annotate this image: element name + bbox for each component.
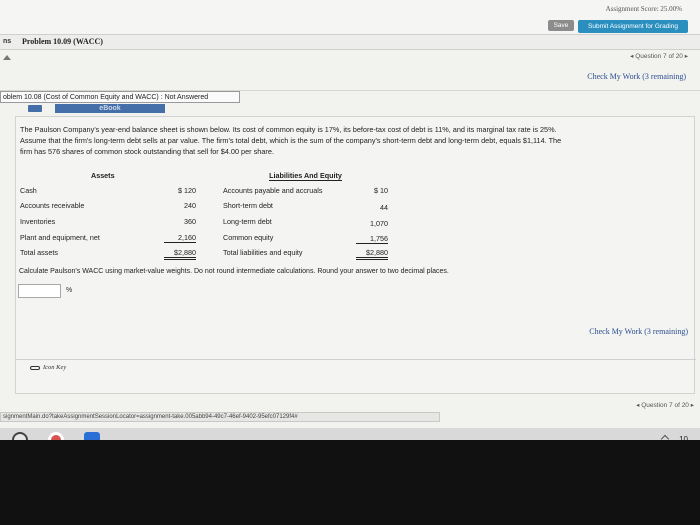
question-navigator-top[interactable]: ◂ Question 7 of 20 ▸ — [630, 52, 688, 60]
icon-key-divider — [16, 359, 696, 360]
submit-assignment-button[interactable]: Submit Assignment for Grading — [578, 20, 688, 33]
save-button[interactable]: Save — [548, 20, 574, 31]
key-icon — [30, 365, 40, 370]
asset-label-inventories: Inventories — [20, 217, 56, 226]
asset-value-plant: 2,160 — [164, 233, 196, 243]
liab-value-total: $2,880 — [356, 248, 388, 260]
problem-prefix: ns — [3, 38, 12, 45]
liab-value-common-equity: 1,756 — [356, 234, 388, 244]
liab-label-payables: Accounts payable and accruals — [223, 186, 323, 195]
problem-line-1: The Paulson Company's year-end balance s… — [20, 125, 557, 134]
asset-label-cash: Cash — [20, 186, 37, 195]
liab-value-short-term-debt: 44 — [380, 203, 388, 212]
browser-status-url: signmentMain.do?takeAssignmentSessionLoc… — [0, 412, 440, 422]
question-prompt: Calculate Paulson's WACC using market-va… — [19, 268, 449, 275]
paw-app-icon[interactable] — [12, 432, 28, 440]
icon-key-toggle[interactable]: Icon Key — [30, 364, 66, 371]
asset-label-total: Total assets — [20, 248, 58, 257]
wacc-answer-input[interactable] — [18, 284, 61, 298]
question-navigator-bottom[interactable]: ◂ Question 7 of 20 ▸ — [636, 401, 694, 409]
problem-statement: The Paulson Company's year-end balance s… — [20, 124, 690, 157]
check-my-work-link[interactable]: Check My Work (3 remaining) — [587, 72, 686, 81]
asset-label-plant: Plant and equipment, net — [20, 233, 100, 242]
browser-screen: Assignment Score: 25.00% Save Submit Ass… — [0, 0, 700, 440]
chevron-up-icon[interactable] — [660, 434, 670, 440]
problem-line-3: firm has 576 shares of common stock outs… — [20, 147, 274, 156]
liabilities-header: Liabilities And Equity — [269, 171, 342, 181]
asset-label-receivables: Accounts receivable — [20, 201, 85, 210]
asset-value-cash: $ 120 — [178, 186, 196, 195]
assignment-score: Assignment Score: 25.00% — [605, 5, 682, 13]
assets-header: Assets — [91, 171, 115, 180]
liab-label-long-term-debt: Long-term debt — [223, 217, 272, 226]
liab-value-long-term-debt: 1,070 — [370, 219, 388, 228]
wifi-icon[interactable]: 10 — [679, 435, 688, 440]
problem-status-label: oblem 10.08 (Cost of Common Equity and W… — [0, 91, 240, 103]
blue-app-icon[interactable] — [84, 432, 100, 440]
problem-title-bar: ns Problem 10.09 (WACC) — [0, 34, 700, 50]
liab-label-common-equity: Common equity — [223, 233, 274, 242]
problem-content: The Paulson Company's year-end balance s… — [15, 116, 696, 394]
problem-title: Problem 10.09 (WACC) — [22, 37, 103, 46]
book-icon[interactable] — [28, 105, 42, 112]
asset-value-total: $2,880 — [164, 248, 196, 260]
liab-label-total: Total liabilities and equity — [223, 248, 303, 257]
asset-value-inventories: 360 — [184, 217, 196, 226]
percent-unit: % — [66, 287, 73, 294]
liab-value-payables: $ 10 — [374, 186, 388, 195]
scroll-up-arrow-icon[interactable] — [3, 55, 11, 60]
icon-key-label: Icon Key — [43, 364, 67, 371]
taskbar: 10 — [0, 428, 700, 440]
problem-line-2: Assume that the firm's long-term debt se… — [20, 136, 562, 145]
chrome-icon[interactable] — [48, 432, 64, 440]
liab-label-short-term-debt: Short-term debt — [223, 201, 273, 210]
asset-value-receivables: 240 — [184, 201, 196, 210]
assignment-header: Assignment Score: 25.00% Save Submit Ass… — [0, 0, 700, 34]
ebook-button[interactable]: eBook — [55, 104, 165, 113]
check-my-work-link-bottom[interactable]: Check My Work (3 remaining) — [589, 327, 688, 336]
